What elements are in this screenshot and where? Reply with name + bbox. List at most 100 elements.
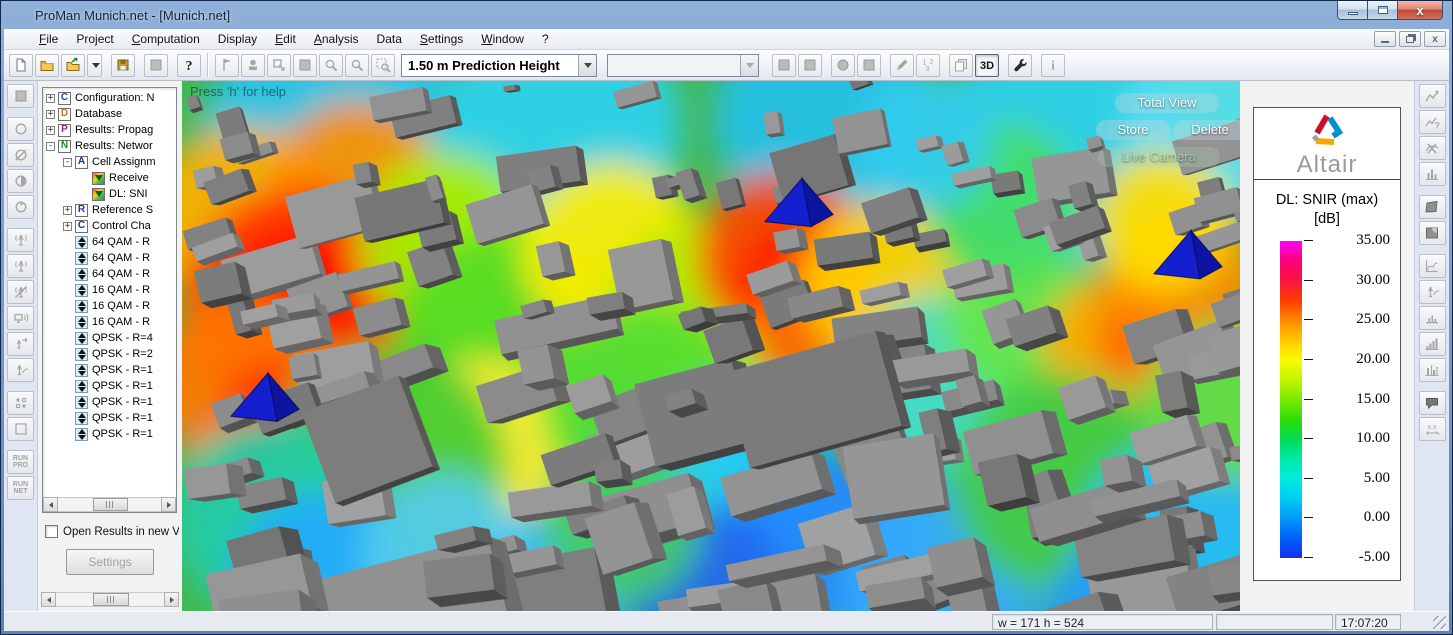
area-chart-button[interactable]	[1419, 254, 1446, 278]
open-file-button[interactable]	[35, 54, 59, 77]
tree-item[interactable]: 64 QAM - R	[43, 250, 176, 266]
menu-item-file[interactable]: File	[30, 30, 67, 48]
expand-plus-icon[interactable]: +	[63, 206, 72, 215]
scroll-thumb[interactable]	[93, 498, 128, 511]
move-antenna-button[interactable]	[7, 332, 34, 356]
antenna-disable-button[interactable]	[7, 280, 34, 304]
menu-item-display[interactable]: Display	[209, 30, 266, 48]
tree-item[interactable]: QPSK - R=2	[43, 346, 176, 362]
scroll-thumb[interactable]	[93, 593, 130, 606]
tree-item[interactable]: +CConfiguration: N	[43, 90, 176, 106]
mdi-restore-button[interactable]	[1399, 31, 1421, 47]
tree-item[interactable]: 16 QAM - R	[43, 314, 176, 330]
tree-item[interactable]: +PResults: Propag	[43, 122, 176, 138]
circle-half-button[interactable]	[7, 169, 34, 193]
document-antenna-icon[interactable]	[8, 31, 26, 47]
map-view-button[interactable]	[1419, 195, 1446, 219]
area-select-button[interactable]	[7, 417, 34, 441]
collapse-minus-icon[interactable]: -	[63, 158, 72, 167]
antenna-diagram-button[interactable]	[1419, 280, 1446, 304]
open-special-button[interactable]	[61, 54, 85, 77]
antenna-pattern-button[interactable]	[7, 358, 34, 382]
menu-item-window[interactable]: Window	[472, 30, 533, 48]
open-results-checkbox[interactable]	[45, 525, 58, 538]
settings-button[interactable]: Settings	[66, 549, 154, 575]
tree-item[interactable]: -ACell Assignm	[43, 154, 176, 170]
rotate-view-button[interactable]	[7, 195, 34, 219]
tree-item[interactable]: 16 QAM - R	[43, 298, 176, 314]
tree-item[interactable]: QPSK - R=1	[43, 410, 176, 426]
tree-item[interactable]: QPSK - R=1	[43, 394, 176, 410]
map-3d-view[interactable]: Press 'h' for help Total ViewStoreDelete…	[182, 81, 1240, 611]
menu-item-edit[interactable]: Edit	[266, 30, 305, 48]
new-file-button[interactable]	[9, 54, 33, 77]
remote-station-button[interactable]	[7, 306, 34, 330]
tree-item[interactable]: DL: SNI	[43, 186, 176, 202]
antenna-button[interactable]	[7, 254, 34, 278]
scroll-right-arrow[interactable]	[161, 497, 176, 512]
view-3d-button[interactable]: 3D	[975, 54, 999, 77]
resize-grip[interactable]	[1433, 616, 1446, 629]
tree-horizontal-scrollbar[interactable]	[43, 497, 176, 512]
tree-item[interactable]: +RReference S	[43, 202, 176, 218]
menu-item-analysis[interactable]: Analysis	[305, 30, 368, 48]
tree-item[interactable]: QPSK - R=1	[43, 362, 176, 378]
tree-item[interactable]: QPSK - R=1	[43, 378, 176, 394]
run-pro-button[interactable]: RUN PRO	[7, 450, 34, 474]
scroll-left-arrow[interactable]	[43, 497, 58, 512]
tree-item[interactable]: 64 QAM - R	[43, 266, 176, 282]
open-dropdown-button[interactable]	[87, 54, 102, 77]
bar-chart-button[interactable]	[1419, 306, 1446, 330]
run-net-button[interactable]: RUN NET	[7, 476, 34, 500]
scroll-right-arrow[interactable]	[164, 592, 179, 607]
menu-item-project[interactable]: Project	[67, 30, 122, 48]
scroll-track[interactable]	[56, 592, 164, 607]
restore-button[interactable]	[1368, 1, 1397, 20]
tree-item[interactable]: -NResults: Networ	[43, 138, 176, 154]
menu-item-settings[interactable]: Settings	[411, 30, 472, 48]
components-button[interactable]	[7, 391, 34, 415]
scroll-left-arrow[interactable]	[41, 592, 56, 607]
image-view-button[interactable]	[1419, 221, 1446, 245]
histogram-button[interactable]	[1419, 162, 1446, 186]
tree-item[interactable]: Receive	[43, 170, 176, 186]
menu-item-help[interactable]: ?	[533, 30, 558, 48]
delete-button[interactable]: Delete	[1173, 120, 1240, 140]
area-fill-button[interactable]	[7, 84, 34, 108]
chart-query-button[interactable]: ?	[1419, 110, 1446, 134]
tree-item[interactable]: 64 QAM - R	[43, 234, 176, 250]
line-chart-button[interactable]	[1419, 84, 1446, 108]
tree-item[interactable]: +CControl Cha	[43, 218, 176, 234]
expand-plus-icon[interactable]: +	[46, 110, 55, 119]
save-button[interactable]	[111, 54, 135, 77]
site-button[interactable]	[7, 228, 34, 252]
menu-item-data[interactable]: Data	[368, 30, 411, 48]
prediction-height-select[interactable]: 1.50 m Prediction Height	[401, 54, 597, 77]
bar-chart-asc-button[interactable]	[1419, 332, 1446, 356]
value-range-button[interactable]: x.x	[1419, 417, 1446, 441]
close-button[interactable]: x	[1397, 1, 1443, 20]
circle-tool-button[interactable]	[7, 117, 34, 141]
scroll-track[interactable]	[58, 497, 161, 512]
help-button[interactable]: ?	[177, 54, 201, 77]
tree-item[interactable]: QPSK - R=4	[43, 330, 176, 346]
menu-item-computation[interactable]: Computation	[123, 30, 209, 48]
collapse-minus-icon[interactable]: -	[46, 142, 55, 151]
bar-chart-lines-button[interactable]	[1419, 358, 1446, 382]
mdi-minimize-button[interactable]	[1374, 31, 1396, 47]
total-view-button[interactable]: Total View	[1115, 93, 1219, 113]
tree-item[interactable]: 16 QAM - R	[43, 282, 176, 298]
result-select[interactable]	[607, 54, 759, 77]
mdi-close-button[interactable]: x	[1424, 31, 1446, 47]
panel-horizontal-scrollbar[interactable]	[41, 592, 179, 607]
minimize-button[interactable]	[1337, 1, 1368, 20]
comment-button[interactable]	[1419, 391, 1446, 415]
options-wrench-button[interactable]	[1008, 54, 1032, 77]
expand-plus-icon[interactable]: +	[46, 126, 55, 135]
delete-curve-button[interactable]	[1419, 136, 1446, 160]
expand-plus-icon[interactable]: +	[46, 94, 55, 103]
combo-dropdown-button[interactable]	[578, 55, 596, 76]
tree-item[interactable]: QPSK - R=1	[43, 426, 176, 442]
circle-off-button[interactable]	[7, 143, 34, 167]
expand-plus-icon[interactable]: +	[63, 222, 72, 231]
